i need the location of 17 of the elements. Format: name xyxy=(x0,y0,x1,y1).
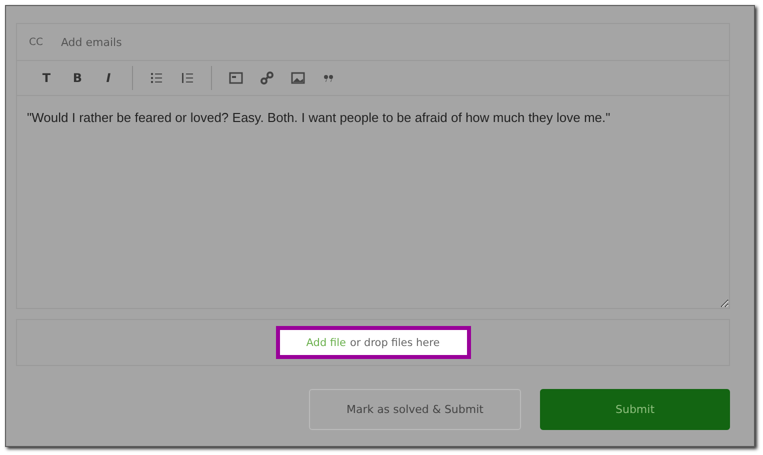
code-block-icon xyxy=(228,71,242,85)
email-input[interactable]: Add emails xyxy=(60,36,361,48)
solve-submit-button[interactable]: Mark as solved & Submit xyxy=(309,389,521,430)
drop-hint: or drop files here xyxy=(350,336,440,348)
drop-zone[interactable]: Add file or drop files here xyxy=(16,319,730,366)
format-button[interactable]: T xyxy=(31,66,62,90)
numbered-list-icon xyxy=(180,71,194,85)
image-icon xyxy=(290,71,304,85)
bullet-list-icon xyxy=(150,71,164,85)
submit-button[interactable]: Submit xyxy=(540,389,730,430)
message-editor[interactable]: CC Add emails T B I "Would I rather be feared or loved? Easy. Both. I want people to be afraid of how much they love me." xyxy=(16,23,730,309)
format-button[interactable]: B xyxy=(62,66,93,90)
link-icon xyxy=(260,71,274,85)
add-file-link[interactable]: Add file xyxy=(306,336,346,348)
cc-label: CC xyxy=(29,36,43,48)
message-textarea[interactable]: "Would I rather be feared or loved? Easy. Both. I want people to be afraid of how much they love me." xyxy=(17,96,729,308)
format-button[interactable]: I xyxy=(93,66,124,90)
